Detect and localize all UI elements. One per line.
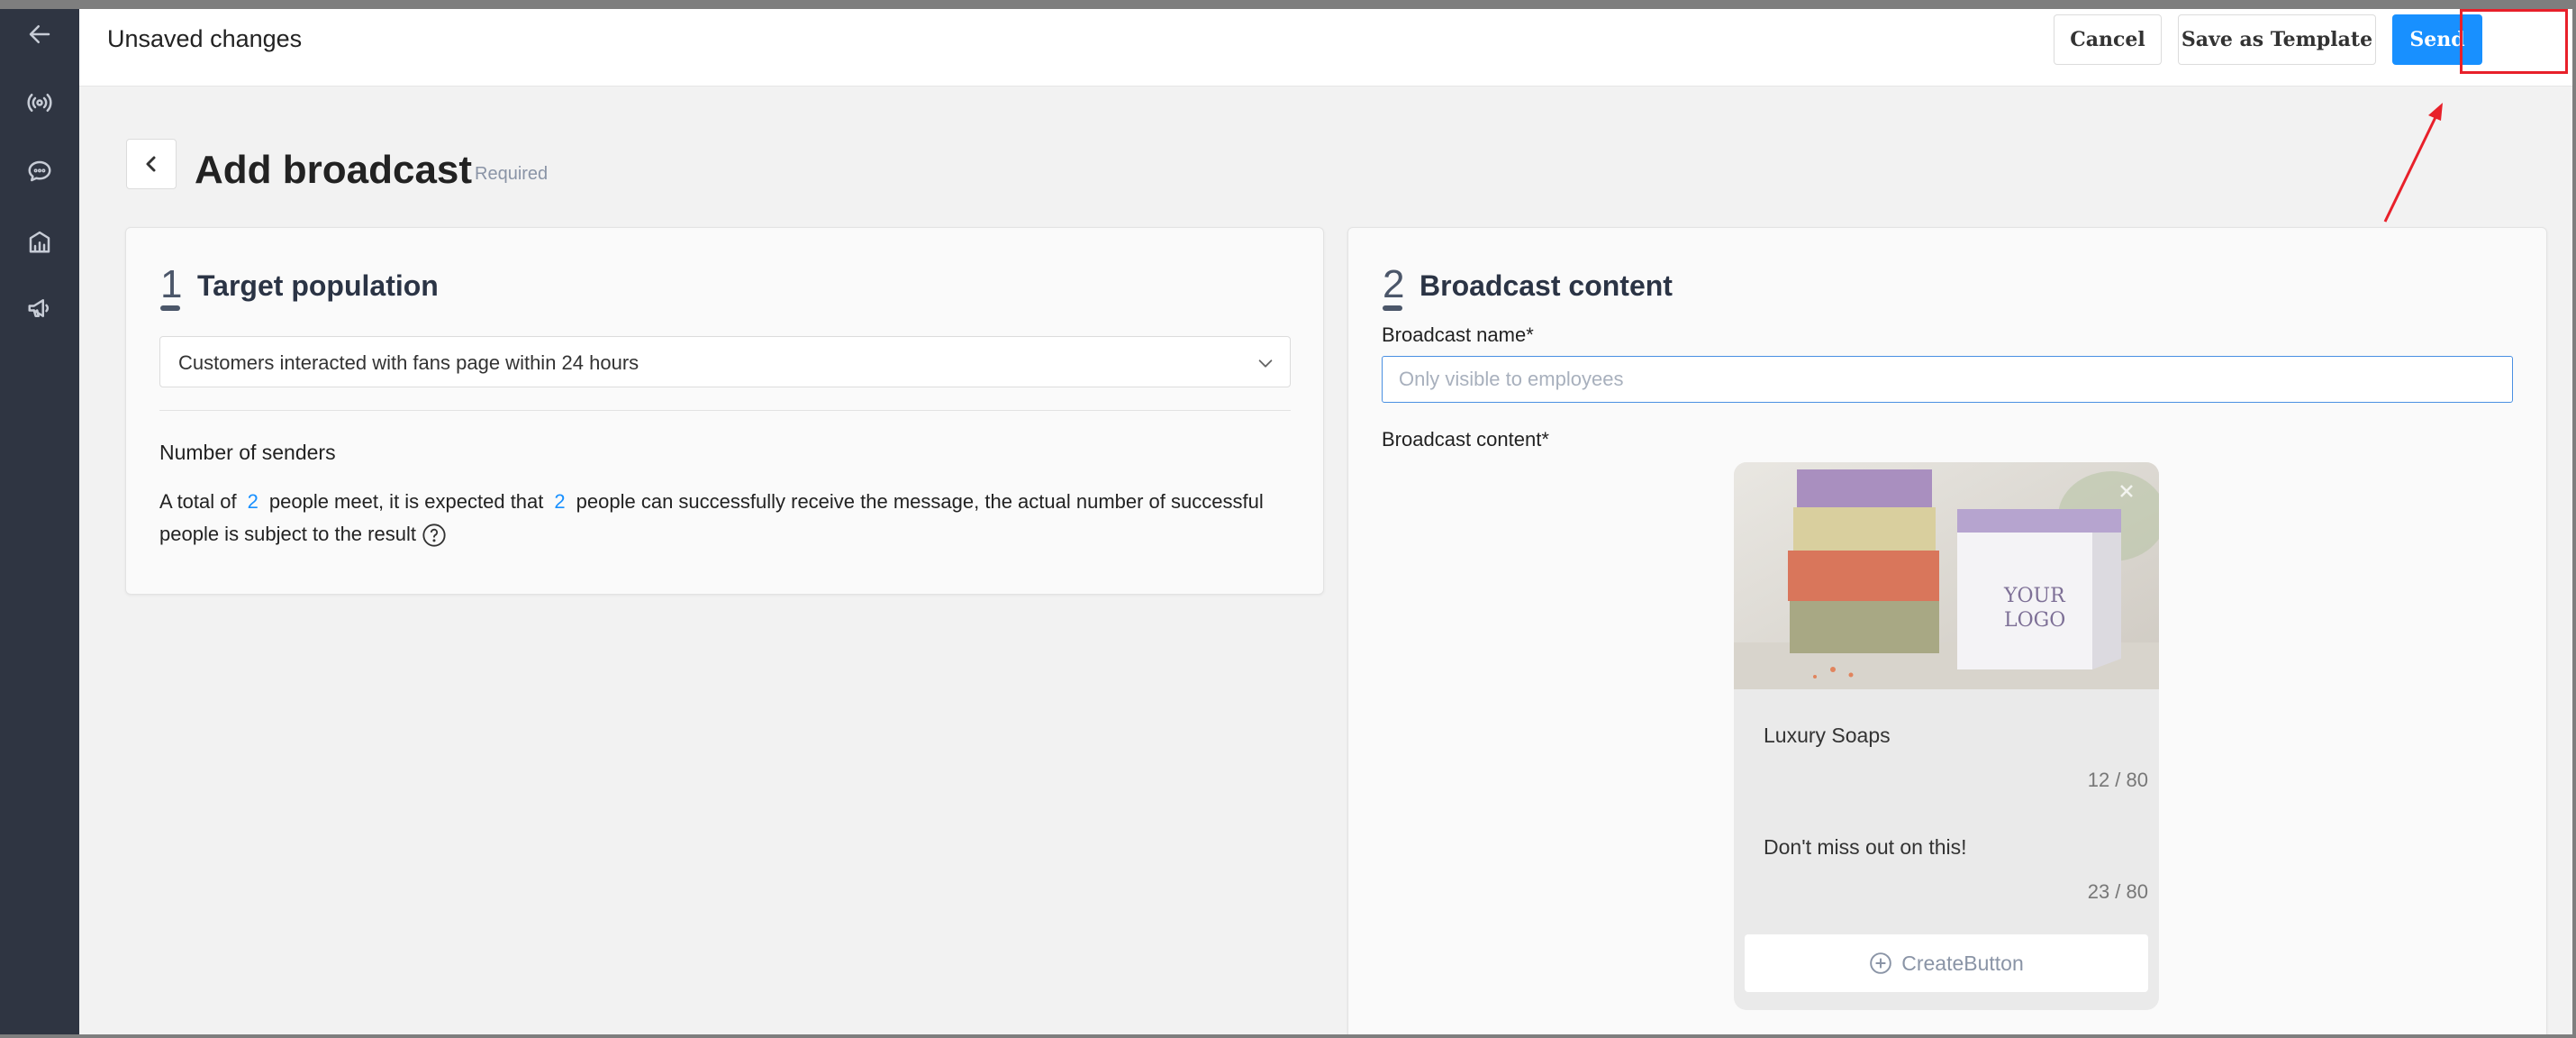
number-of-senders-label: Number of senders (159, 441, 336, 464)
broadcast-content-label: Broadcast content* (1382, 428, 1549, 451)
arrow-left-icon[interactable] (22, 16, 58, 52)
send-button[interactable]: Send (2392, 14, 2482, 65)
subtitle-char-count: 23 / 80 (2087, 880, 2148, 903)
chevron-left-icon (146, 156, 156, 172)
unsaved-changes-title: Unsaved changes (107, 25, 303, 52)
app-frame: Unsaved changes Cancel Save as Template … (0, 9, 2572, 1034)
broadcast-content-card: 2 Broadcast content Broadcast name* Broa… (1347, 227, 2547, 1034)
megaphone-icon[interactable] (22, 290, 58, 326)
target-population-select[interactable]: Customers interacted with fans page with… (159, 336, 1291, 387)
divider (159, 410, 1291, 411)
logo-text-line1: YOUR (2003, 585, 2066, 607)
required-tag: Required (475, 164, 549, 184)
section-title: Broadcast content (1420, 269, 1673, 302)
message-preview-card: YOUR LOGO Luxury Soaps 12 / 80 Don't mis… (1734, 462, 2159, 1010)
chevron-down-icon (1256, 353, 1275, 373)
annotation-arrow (2383, 103, 2443, 223)
senders-text-1: A total of (159, 490, 237, 513)
create-button[interactable]: CreateButton (1745, 934, 2148, 992)
product-image: YOUR LOGO (1734, 462, 2159, 689)
back-button[interactable] (126, 139, 177, 189)
save-as-template-button[interactable]: Save as Template (2178, 14, 2376, 65)
select-value: Customers interacted with fans page with… (178, 351, 639, 374)
section-title: Target population (197, 269, 439, 302)
title-char-count: 12 / 80 (2087, 769, 2148, 791)
step-number: 2 (1383, 262, 1405, 306)
card-subtitle[interactable]: Don't miss out on this! (1764, 835, 1967, 860)
step-number: 1 (160, 262, 183, 306)
sidebar (0, 9, 79, 1034)
expected-count: 2 (554, 490, 566, 513)
senders-description: A total of 2 people meet, it is expected t… (159, 486, 1276, 551)
close-icon[interactable] (2116, 480, 2137, 502)
card-title[interactable]: Luxury Soaps (1764, 724, 1891, 748)
step-underline (160, 305, 180, 311)
chat-icon[interactable] (22, 153, 58, 189)
plus-circle-icon (1870, 952, 1892, 974)
step-underline (1383, 305, 1402, 311)
building-chart-icon[interactable] (22, 223, 58, 260)
broadcast-icon[interactable] (22, 85, 58, 121)
create-button-label: CreateButton (1901, 951, 2024, 975)
target-population-card: 1 Target population Customers interacted… (125, 227, 1324, 595)
page-title: Add broadcast (195, 148, 473, 192)
people-meet-count: 2 (247, 490, 259, 513)
cancel-button[interactable]: Cancel (2054, 14, 2162, 65)
broadcast-name-label: Broadcast name* (1382, 323, 1534, 346)
logo-text-line2: LOGO (2004, 609, 2065, 632)
broadcast-name-input[interactable] (1382, 356, 2513, 403)
senders-text-2: people meet, it is expected that (268, 490, 544, 513)
question-icon[interactable] (422, 523, 447, 548)
